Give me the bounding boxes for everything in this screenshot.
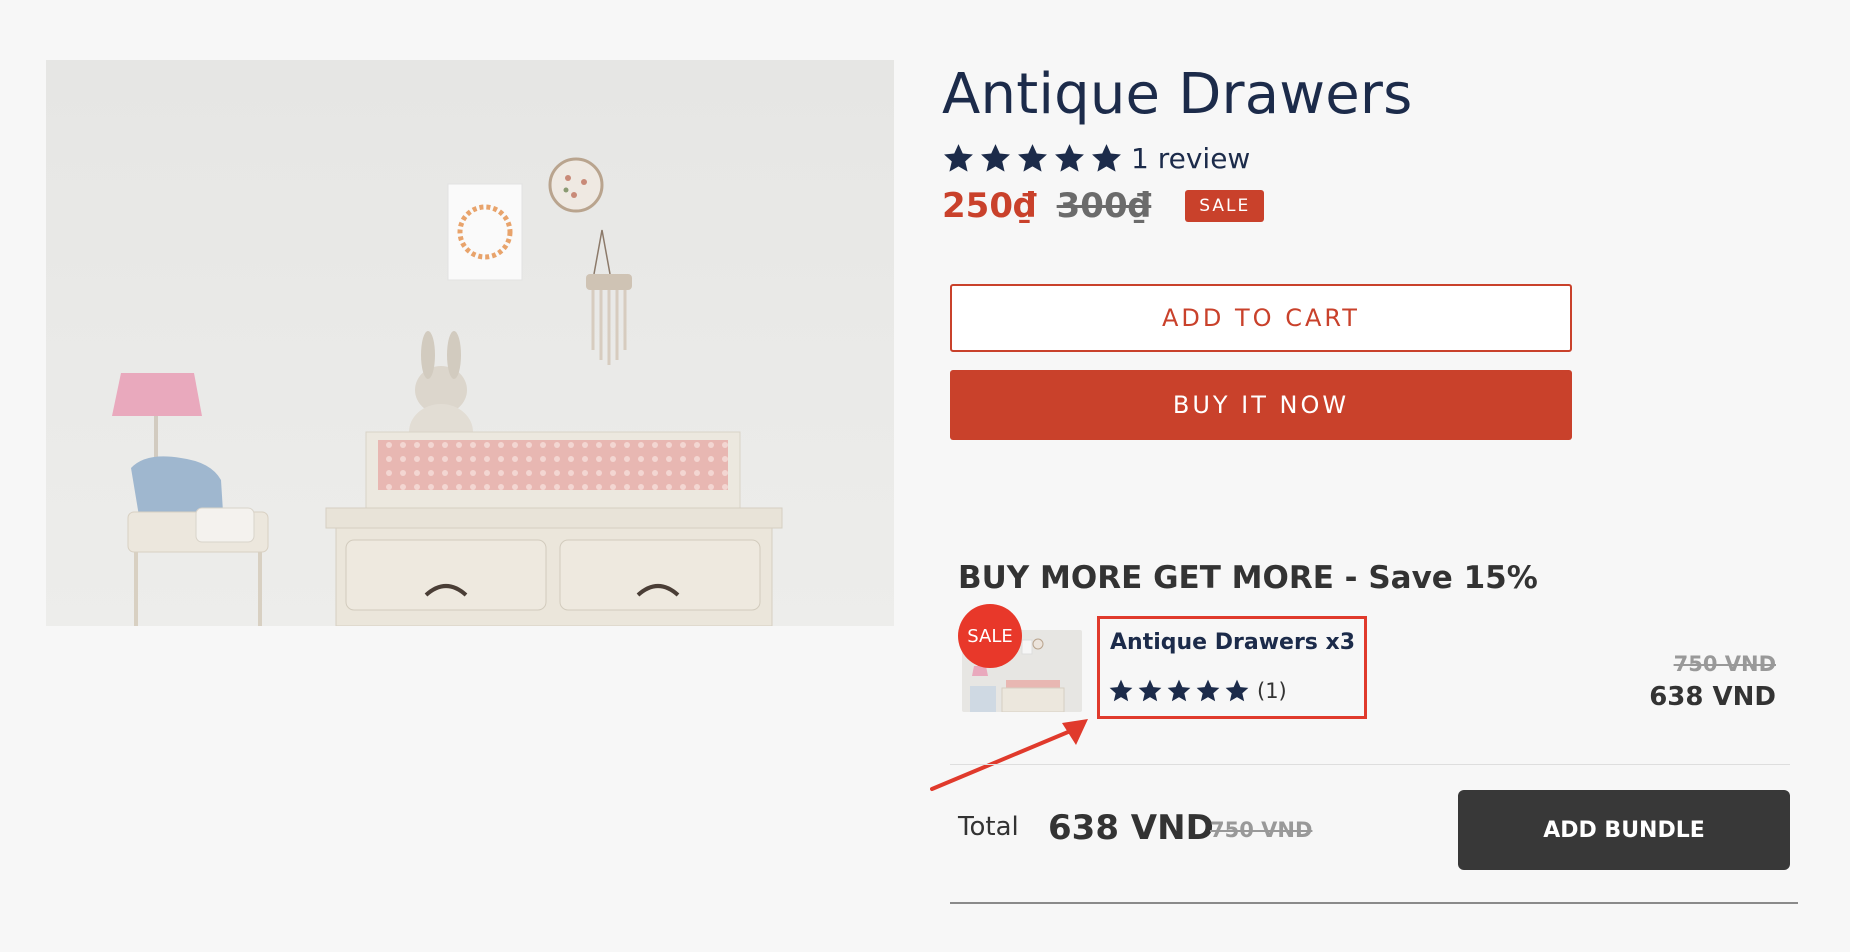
product-image (46, 60, 894, 627)
bundle-item-price: 638 VND (1649, 682, 1776, 712)
star-icon (944, 143, 973, 172)
bundle-item-compare-price: 750 VND (1673, 652, 1776, 676)
divider (950, 764, 1790, 765)
add-to-cart-button[interactable]: ADD TO CART (950, 284, 1572, 352)
buy-it-now-button[interactable]: BUY IT NOW (950, 370, 1572, 440)
star-icon (1055, 143, 1084, 172)
bundle-heading: BUY MORE GET MORE - Save 15% (958, 560, 1538, 596)
product-rating[interactable]: 1 review (942, 140, 1250, 176)
bundle-sale-badge: SALE (958, 604, 1022, 668)
total-compare-price: 750 VND (1210, 818, 1313, 842)
annotation-arrow-icon (930, 719, 1088, 791)
total-price: 638 VND (1048, 808, 1214, 848)
star-icon (1092, 143, 1121, 172)
sale-price: 250₫ (942, 186, 1037, 226)
compare-at-price: 300₫ (1056, 186, 1152, 226)
total-label: Total (958, 812, 1019, 842)
product-title: Antique Drawers (942, 62, 1413, 127)
price-row: 250₫ 300₫ SALE (942, 184, 1265, 228)
star-icon (1018, 143, 1047, 172)
divider (950, 902, 1798, 904)
add-bundle-button[interactable]: ADD BUNDLE (1458, 790, 1790, 870)
review-count-link[interactable]: 1 review (1131, 142, 1250, 175)
highlight-annotation-box (1097, 616, 1367, 719)
sale-badge: SALE (1185, 190, 1265, 222)
star-icon (981, 143, 1010, 172)
